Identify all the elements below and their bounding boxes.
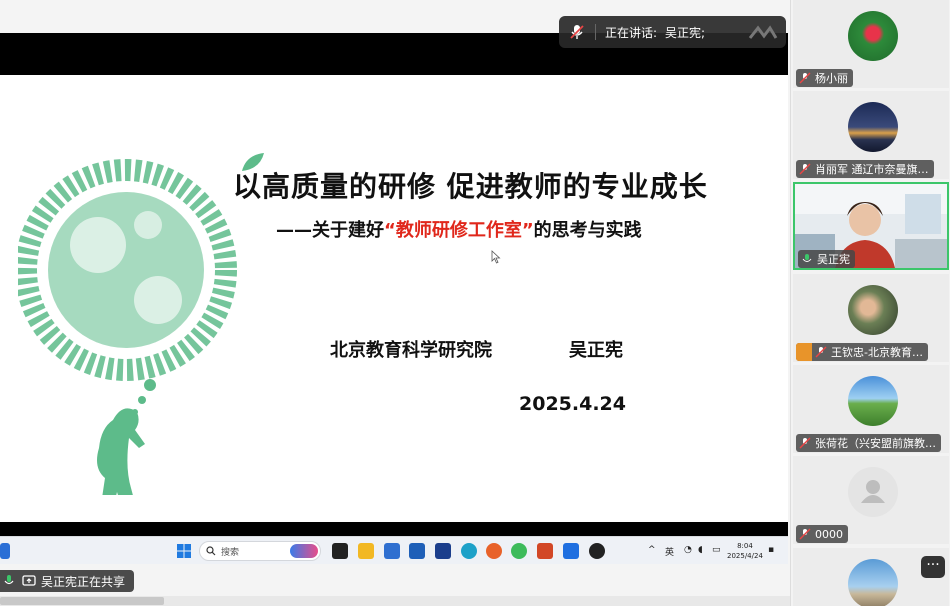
avatar xyxy=(848,376,898,426)
participant-tile[interactable]: 王钦忠-北京教育… xyxy=(793,274,949,362)
drag-handle-icon[interactable] xyxy=(748,24,778,40)
slide-organization: 北京教育科学研究院 xyxy=(330,340,492,361)
subtitle-suffix: 的思考与实践 xyxy=(533,220,642,241)
wifi-icon[interactable]: ◔ xyxy=(684,545,692,555)
share-status-text: 吴正宪正在共享 xyxy=(41,574,126,589)
avatar xyxy=(848,11,898,61)
presentation-slide: 以高质量的研修 促进教师的专业成长 ——关于建好“教师研修工作室”的思考与实践 … xyxy=(0,75,788,522)
speaking-name: 吴正宪; xyxy=(665,25,706,40)
subtitle-highlight: “教师研修工作室” xyxy=(384,220,534,241)
participant-name: 王钦忠-北京教育… xyxy=(831,346,923,359)
mic-muted-icon xyxy=(799,163,811,175)
participant-name: 吴正宪 xyxy=(817,253,850,266)
start-icon[interactable] xyxy=(176,543,192,559)
banner-divider xyxy=(595,24,596,40)
firefox-icon[interactable] xyxy=(486,543,502,559)
search-icon xyxy=(206,546,216,556)
mail-icon[interactable] xyxy=(384,543,400,559)
participant-name-tag: 0000 xyxy=(796,525,848,543)
scrollbar-thumb[interactable] xyxy=(0,597,164,605)
desktop-icon xyxy=(0,543,10,559)
meeting-app-icon[interactable] xyxy=(563,543,579,559)
app-icon[interactable] xyxy=(435,543,451,559)
clock-date: 2025/4/24 xyxy=(727,552,763,560)
participant-tile[interactable]: 杨小丽 xyxy=(793,0,949,88)
slide-author: 吴正宪 xyxy=(569,340,623,361)
ime-indicator[interactable]: 英 xyxy=(665,545,674,558)
participant-name: 0000 xyxy=(815,527,843,541)
slide-title: 以高质量的研修 促进教师的专业成长 xyxy=(233,170,708,203)
shared-taskbar: 搜索 ^ 英 ◔ ◖ ▭ 8:04 2025/4/24 ▪ xyxy=(0,536,788,564)
search-placeholder: 搜索 xyxy=(221,547,240,558)
mouse-cursor-icon xyxy=(491,250,501,264)
participant-name-tag: 张荷花（兴安盟前旗教… xyxy=(796,434,941,452)
mic-muted-icon xyxy=(799,528,811,540)
default-avatar-icon xyxy=(848,467,898,517)
edge-icon[interactable] xyxy=(461,543,477,559)
store-icon[interactable] xyxy=(409,543,425,559)
participant-name-tag: 肖丽军 通辽市奈曼旗… xyxy=(796,160,934,178)
active-speaker-video[interactable]: 吴正宪 xyxy=(793,182,949,270)
task-view-icon[interactable] xyxy=(332,543,348,559)
notification-icon[interactable]: ▪ xyxy=(768,545,774,555)
mic-active-icon xyxy=(802,254,812,262)
screen-share-status[interactable]: 吴正宪正在共享 xyxy=(0,570,134,592)
speaking-indicator: 正在讲话: 吴正宪; xyxy=(559,16,786,48)
participant-name: 张荷花（兴安盟前旗教… xyxy=(815,437,936,450)
slide-subtitle: ——关于建好“教师研修工作室”的思考与实践 xyxy=(276,216,642,242)
tray-chevron-icon[interactable]: ^ xyxy=(648,545,656,555)
participant-name-tag: 吴正宪 xyxy=(798,250,855,268)
file-explorer-icon[interactable] xyxy=(358,543,374,559)
taskbar-search[interactable]: 搜索 xyxy=(199,541,321,561)
child-globe-illustration xyxy=(18,159,237,495)
participant-tile[interactable]: 0000 xyxy=(793,456,949,544)
battery-icon[interactable]: ▭ xyxy=(712,545,721,555)
participant-name: 肖丽军 通辽市奈曼旗… xyxy=(815,163,929,176)
participant-name-tag: 杨小丽 xyxy=(796,69,853,87)
avatar xyxy=(848,559,898,606)
participant-name-tag: 王钦忠-北京教育… xyxy=(796,343,928,361)
participant-panel: 杨小丽 肖丽军 通辽市奈曼旗… 吴正宪 王钦忠-北京教育… 张荷花（兴安盟前旗教… xyxy=(790,0,950,606)
media-player-icon[interactable] xyxy=(589,543,605,559)
volume-icon[interactable]: ◖ xyxy=(698,545,703,555)
letterbox-bottom xyxy=(0,522,788,536)
speaking-label: 正在讲话: xyxy=(605,25,658,40)
search-highlight-icon xyxy=(290,544,318,558)
meeting-window: 以高质量的研修 促进教师的专业成长 ——关于建好“教师研修工作室”的思考与实践 … xyxy=(0,0,950,606)
wechat-icon[interactable] xyxy=(511,543,527,559)
mic-muted-icon xyxy=(799,72,811,84)
subtitle-prefix: ——关于建好 xyxy=(276,220,384,241)
share-screen-icon xyxy=(22,575,36,586)
host-icon xyxy=(796,343,812,361)
clock-time: 8:04 xyxy=(737,542,753,550)
participant-name: 杨小丽 xyxy=(815,72,848,85)
participant-tile[interactable]: 张荷花（兴安盟前旗教… xyxy=(793,365,949,453)
avatar xyxy=(848,102,898,152)
participant-tile[interactable]: 肖丽军 通辽市奈曼旗… xyxy=(793,91,949,179)
powerpoint-icon[interactable] xyxy=(537,543,553,559)
more-options-button[interactable]: ··· xyxy=(921,556,945,578)
mic-icon xyxy=(4,575,14,585)
mic-muted-icon xyxy=(799,437,811,449)
taskbar-clock[interactable]: 8:04 2025/4/24 xyxy=(727,541,763,561)
slide-date: 2025.4.24 xyxy=(519,393,626,415)
mic-muted-icon xyxy=(815,346,827,358)
avatar xyxy=(848,285,898,335)
mic-muted-icon xyxy=(570,25,584,39)
shared-screen: 以高质量的研修 促进教师的专业成长 ——关于建好“教师研修工作室”的思考与实践 … xyxy=(0,0,790,606)
